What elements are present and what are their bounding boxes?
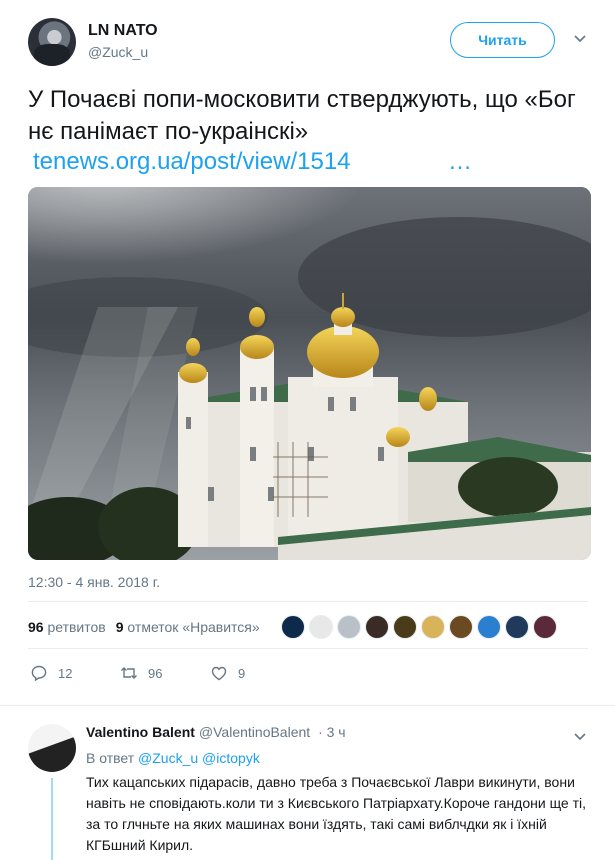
tweet-link[interactable]: tenews.org.ua/post/view/1514	[33, 146, 351, 178]
tweet-actions: 12 96 9	[30, 664, 270, 682]
reply-to-prefix: В ответ	[86, 750, 135, 766]
tweet-timestamp[interactable]: 12:30 - 4 янв. 2018 г.	[28, 574, 160, 590]
divider	[28, 601, 588, 602]
liker-avatar[interactable]	[449, 615, 473, 639]
retweets-count: 96	[28, 619, 44, 635]
divider	[28, 648, 588, 649]
author-name[interactable]: LN NATO	[88, 22, 158, 40]
liker-avatar[interactable]	[505, 615, 529, 639]
like-button[interactable]: 9	[210, 664, 270, 682]
likes-count: 9	[115, 619, 124, 635]
tweet-text: У Почаєві попи-московити стверджують, що…	[28, 86, 576, 145]
reply-author-name: Valentino Balent	[86, 724, 195, 740]
reply-text: Тих кацапських підарасів, давно треба з …	[86, 774, 587, 853]
retweet-count: 96	[148, 665, 163, 681]
church-photo	[28, 187, 591, 560]
reply-count: 12	[58, 665, 73, 681]
thread-line	[51, 778, 53, 860]
retweet-icon	[121, 667, 137, 679]
liker-avatar[interactable]	[337, 615, 361, 639]
retweet-button[interactable]: 96	[120, 664, 180, 682]
liker-avatar[interactable]	[477, 615, 501, 639]
reply-tweet[interactable]: Valentino Balent @ValentinoBalent · 3 ч В…	[0, 712, 615, 860]
tweet-header: LN NATO @Zuck_u Читать	[28, 18, 598, 68]
reply-icon	[31, 665, 47, 682]
heart-icon	[211, 666, 227, 681]
liker-avatar[interactable]	[421, 615, 445, 639]
reply-author[interactable]: Valentino Balent @ValentinoBalent · 3 ч	[86, 724, 346, 740]
likers-avatars	[281, 615, 557, 639]
mention-link[interactable]: @Zuck_u	[138, 750, 198, 766]
divider	[0, 705, 615, 706]
liker-avatar[interactable]	[365, 615, 389, 639]
tweet-stats: 96 ретвитов 9 отметок «Нравится»	[28, 619, 260, 635]
follow-button[interactable]: Читать	[450, 22, 555, 58]
likes-label: отметок «Нравится»	[127, 619, 260, 635]
reply-to-line: В ответ @Zuck_u @ictopyk	[86, 750, 260, 766]
author-handle[interactable]: @Zuck_u	[88, 44, 148, 60]
like-count: 9	[238, 665, 246, 681]
likes-stat[interactable]: 9 отметок «Нравится»	[116, 619, 260, 635]
liker-avatar[interactable]	[309, 615, 333, 639]
avatar[interactable]	[28, 18, 76, 66]
reply-author-handle: @ValentinoBalent	[198, 724, 311, 740]
tweet-media-image[interactable]	[28, 187, 591, 560]
liker-avatar[interactable]	[393, 615, 417, 639]
reply-button[interactable]: 12	[30, 664, 90, 682]
liker-avatar[interactable]	[533, 615, 557, 639]
reply-avatar[interactable]	[28, 724, 76, 772]
link-ellipsis[interactable]: …	[448, 146, 472, 178]
reply-time[interactable]: · 3 ч	[318, 724, 346, 740]
retweets-label: ретвитов	[47, 619, 106, 635]
chevron-down-icon[interactable]	[573, 32, 587, 46]
chevron-down-icon[interactable]	[573, 730, 587, 744]
retweets-stat[interactable]: 96 ретвитов	[28, 619, 106, 635]
liker-avatar[interactable]	[281, 615, 305, 639]
mention-link[interactable]: @ictopyk	[202, 750, 260, 766]
